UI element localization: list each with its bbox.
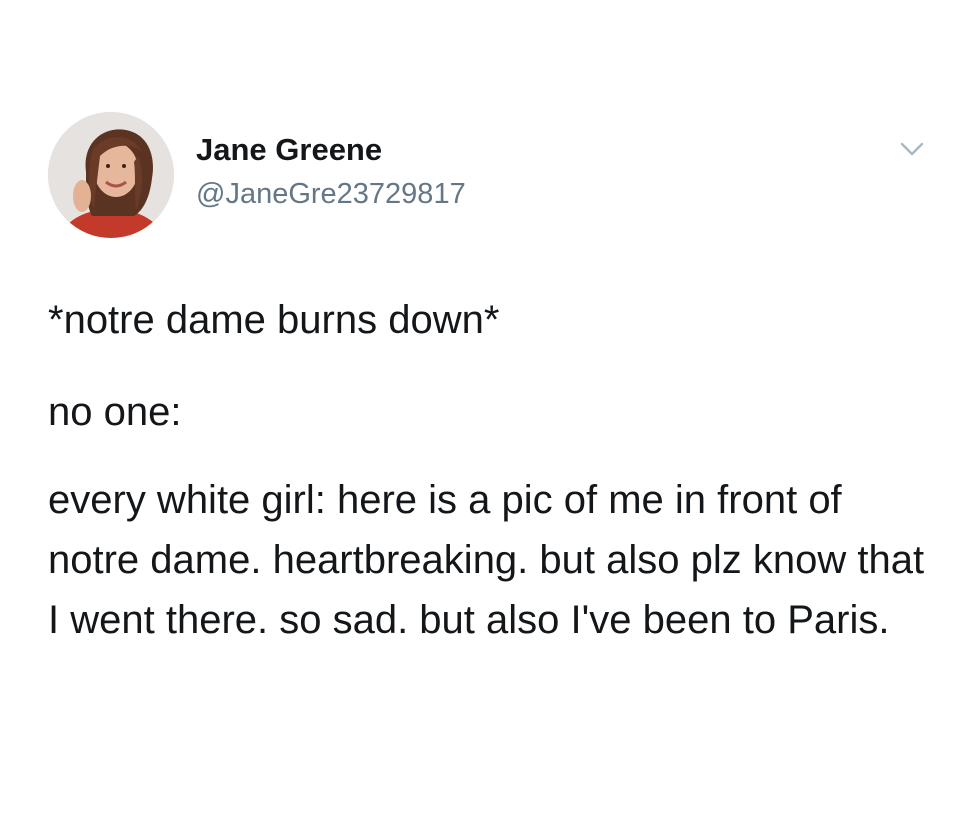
tweet-paragraph: no one:: [48, 390, 182, 434]
tweet-paragraph: every white girl: here is a pic of me in…: [48, 478, 925, 642]
tweet-paragraph: *notre dame burns down*: [48, 298, 500, 342]
avatar[interactable]: [48, 112, 174, 238]
chevron-down-icon[interactable]: [896, 138, 928, 162]
tweet-header: Jane Greene @JaneGre23729817: [48, 108, 928, 244]
user-handle[interactable]: @JaneGre23729817: [196, 174, 466, 214]
tweet-text: *notre dame burns down* no one: every wh…: [48, 290, 928, 650]
display-name[interactable]: Jane Greene: [196, 130, 466, 170]
tweet-card: Jane Greene @JaneGre23729817 *notre dame…: [0, 0, 960, 832]
author-names: Jane Greene @JaneGre23729817: [196, 130, 466, 214]
avatar-photo: [48, 112, 174, 238]
